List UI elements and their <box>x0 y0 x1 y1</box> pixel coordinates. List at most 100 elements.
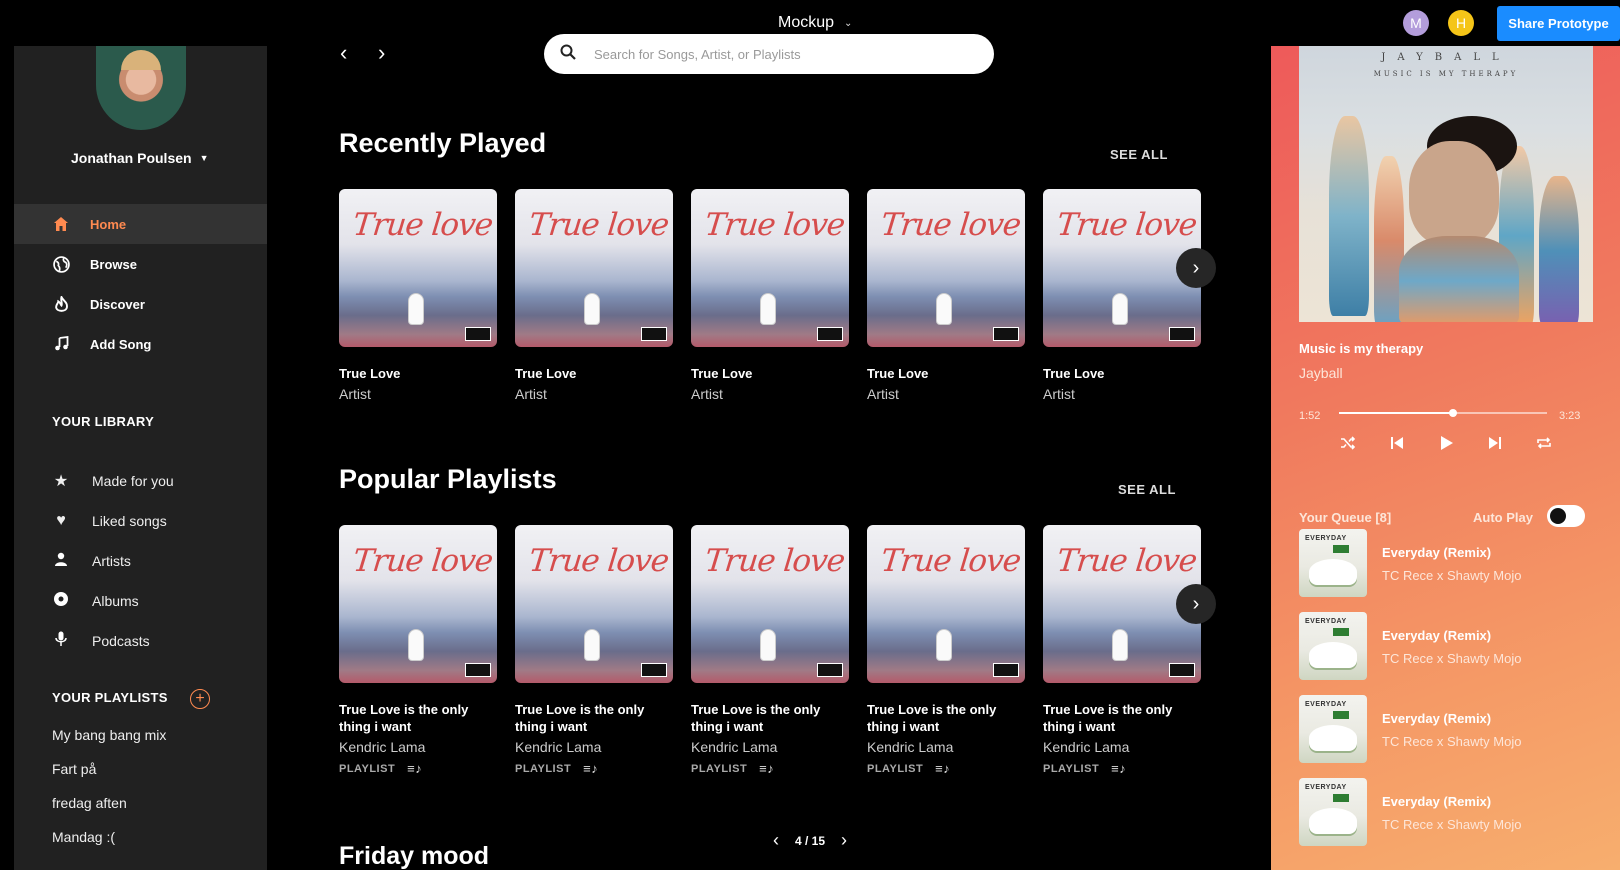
playlist-card[interactable]: True love True Love is the only thing i … <box>867 525 1025 776</box>
forward-arrow-icon[interactable]: › <box>378 40 385 66</box>
playlists-heading: YOUR PLAYLISTS <box>52 690 168 705</box>
queue-item[interactable]: EVERYDAY Everyday (Remix) TC Rece x Shaw… <box>1299 695 1609 763</box>
now-playing-artist[interactable]: Jayball <box>1299 365 1343 381</box>
repeat-icon[interactable] <box>1533 432 1555 454</box>
play-icon[interactable] <box>1435 432 1457 454</box>
album-card[interactable]: True love True Love Artist <box>867 189 1025 402</box>
playlist-tag: PLAYLIST ≡♪ <box>339 761 423 776</box>
playlist-card[interactable]: True love True Love is the only thing i … <box>1043 525 1201 776</box>
project-title-dropdown[interactable]: Mockup ⌄ <box>778 14 852 32</box>
album-card[interactable]: True love True Love Artist <box>1043 189 1201 402</box>
next-page-icon[interactable]: › <box>841 830 847 851</box>
queue-icon[interactable]: ≡♪ <box>935 761 950 776</box>
heart-icon: ♥ <box>56 512 66 529</box>
profile-name: Jonathan Poulsen <box>71 150 192 166</box>
nav-item-add-song[interactable]: Add Song <box>14 324 267 364</box>
page-indicator: 4 / 15 <box>795 833 826 848</box>
card-title: True Love is the only thing i want <box>1043 702 1173 734</box>
recently-played-heading: Recently Played <box>339 128 547 158</box>
recently-played-row: True love True Love Artist True love Tru… <box>339 189 1201 402</box>
now-playing-title[interactable]: Music is my therapy <box>1299 341 1423 356</box>
prev-page-icon[interactable]: ‹ <box>773 830 779 851</box>
search-input[interactable] <box>594 46 954 62</box>
album-cover: True love <box>691 189 849 347</box>
popular-playlists-next-button[interactable]: › <box>1176 584 1216 624</box>
share-prototype-button[interactable]: Share Prototype <box>1497 6 1620 41</box>
previous-track-icon[interactable] <box>1386 432 1408 454</box>
queue-icon[interactable]: ≡♪ <box>407 761 422 776</box>
library-heading: YOUR LIBRARY <box>52 414 155 429</box>
playlist-list: My bang bang mix Fart på fredag aften Ma… <box>52 718 166 854</box>
microphone-icon <box>52 631 70 652</box>
popular-playlists-heading: Popular Playlists <box>339 464 557 494</box>
card-artist: Artist <box>867 386 899 402</box>
library-item-liked-songs[interactable]: ♥ Liked songs <box>14 501 267 541</box>
nav-item-browse[interactable]: Browse <box>14 244 267 284</box>
album-card[interactable]: True love True Love Artist <box>515 189 673 402</box>
queue-item-artist: TC Rece x Shawty Mojo <box>1382 651 1522 666</box>
queue-icon[interactable]: ≡♪ <box>1111 761 1126 776</box>
playlist-item[interactable]: Mandag :( <box>52 820 166 854</box>
queue-item-title: Everyday (Remix) <box>1382 545 1492 560</box>
add-playlist-icon[interactable]: + <box>190 689 210 709</box>
playlist-card[interactable]: True love True Love is the only thing i … <box>515 525 673 776</box>
recently-played-see-all-link[interactable]: SEE ALL <box>1110 147 1168 162</box>
home-icon <box>52 215 70 233</box>
playlist-item[interactable]: My bang bang mix <box>52 718 166 752</box>
now-playing-album-art: JAYBALL MUSIC IS MY THERAPY <box>1299 46 1593 322</box>
progress-slider[interactable] <box>1339 409 1547 417</box>
playlist-tag: PLAYLIST ≡♪ <box>515 761 599 776</box>
queue-item-title: Everyday (Remix) <box>1382 711 1492 726</box>
elapsed-time: 1:52 <box>1299 410 1321 422</box>
star-icon: ★ <box>53 473 69 490</box>
queue-icon[interactable]: ≡♪ <box>583 761 598 776</box>
card-title: True Love <box>515 366 577 381</box>
profile-menu[interactable]: Jonathan Poulsen ▼ <box>71 150 209 166</box>
nav-item-label: Add Song <box>90 336 152 352</box>
back-arrow-icon[interactable]: ‹ <box>340 40 347 66</box>
library-item-label: Liked songs <box>92 513 167 529</box>
total-time: 3:23 <box>1559 410 1581 422</box>
collaborator-avatar-m[interactable]: M <box>1403 10 1429 36</box>
library-item-podcasts[interactable]: Podcasts <box>14 621 267 661</box>
search-icon <box>560 44 576 65</box>
card-artist: Kendric Lama <box>339 739 426 755</box>
library-item-artists[interactable]: Artists <box>14 541 267 581</box>
playlist-cover: True love <box>339 525 497 683</box>
queue-item[interactable]: EVERYDAY Everyday (Remix) TC Rece x Shaw… <box>1299 529 1609 597</box>
shuffle-icon[interactable] <box>1337 432 1359 454</box>
card-artist: Kendric Lama <box>515 739 602 755</box>
queue-item[interactable]: EVERYDAY Everyday (Remix) TC Rece x Shaw… <box>1299 778 1609 846</box>
autoplay-toggle[interactable] <box>1547 505 1585 527</box>
project-title: Mockup <box>778 14 835 31</box>
queue-icon[interactable]: ≡♪ <box>759 761 774 776</box>
playlist-card[interactable]: True love True Love is the only thing i … <box>691 525 849 776</box>
queue-heading: Your Queue [8] <box>1299 510 1392 525</box>
nav-item-home[interactable]: Home <box>14 204 267 244</box>
card-artist: Artist <box>1043 386 1075 402</box>
album-card[interactable]: True love True Love Artist <box>339 189 497 402</box>
library-item-made-for-you[interactable]: ★ Made for you <box>14 461 267 501</box>
library-item-albums[interactable]: Albums <box>14 581 267 621</box>
album-card[interactable]: True love True Love Artist <box>691 189 849 402</box>
album-art-subtitle: MUSIC IS MY THERAPY <box>1373 70 1519 78</box>
progress-fill <box>1339 412 1454 414</box>
playlist-item[interactable]: Fart på <box>52 752 166 786</box>
popular-playlists-row: True love True Love is the only thing i … <box>339 525 1201 776</box>
popular-playlists-see-all-link[interactable]: SEE ALL <box>1118 482 1176 497</box>
playlist-item[interactable]: fredag aften <box>52 786 166 820</box>
progress-knob[interactable] <box>1449 409 1458 417</box>
nav-item-discover[interactable]: Discover <box>14 284 267 324</box>
collaborator-avatar-h[interactable]: H <box>1448 10 1474 36</box>
queue-item[interactable]: EVERYDAY Everyday (Remix) TC Rece x Shaw… <box>1299 612 1609 680</box>
card-title: True Love is the only thing i want <box>339 702 469 734</box>
playback-controls <box>1337 432 1555 454</box>
recently-played-next-button[interactable]: › <box>1176 248 1216 288</box>
nav-item-label: Discover <box>90 296 145 312</box>
next-track-icon[interactable] <box>1484 432 1506 454</box>
card-artist: Kendric Lama <box>867 739 954 755</box>
now-playing-panel: JAYBALL MUSIC IS MY THERAPY Music is my … <box>1271 46 1620 870</box>
globe-icon <box>52 255 70 273</box>
avatar[interactable] <box>96 46 186 130</box>
playlist-card[interactable]: True love True Love is the only thing i … <box>339 525 497 776</box>
